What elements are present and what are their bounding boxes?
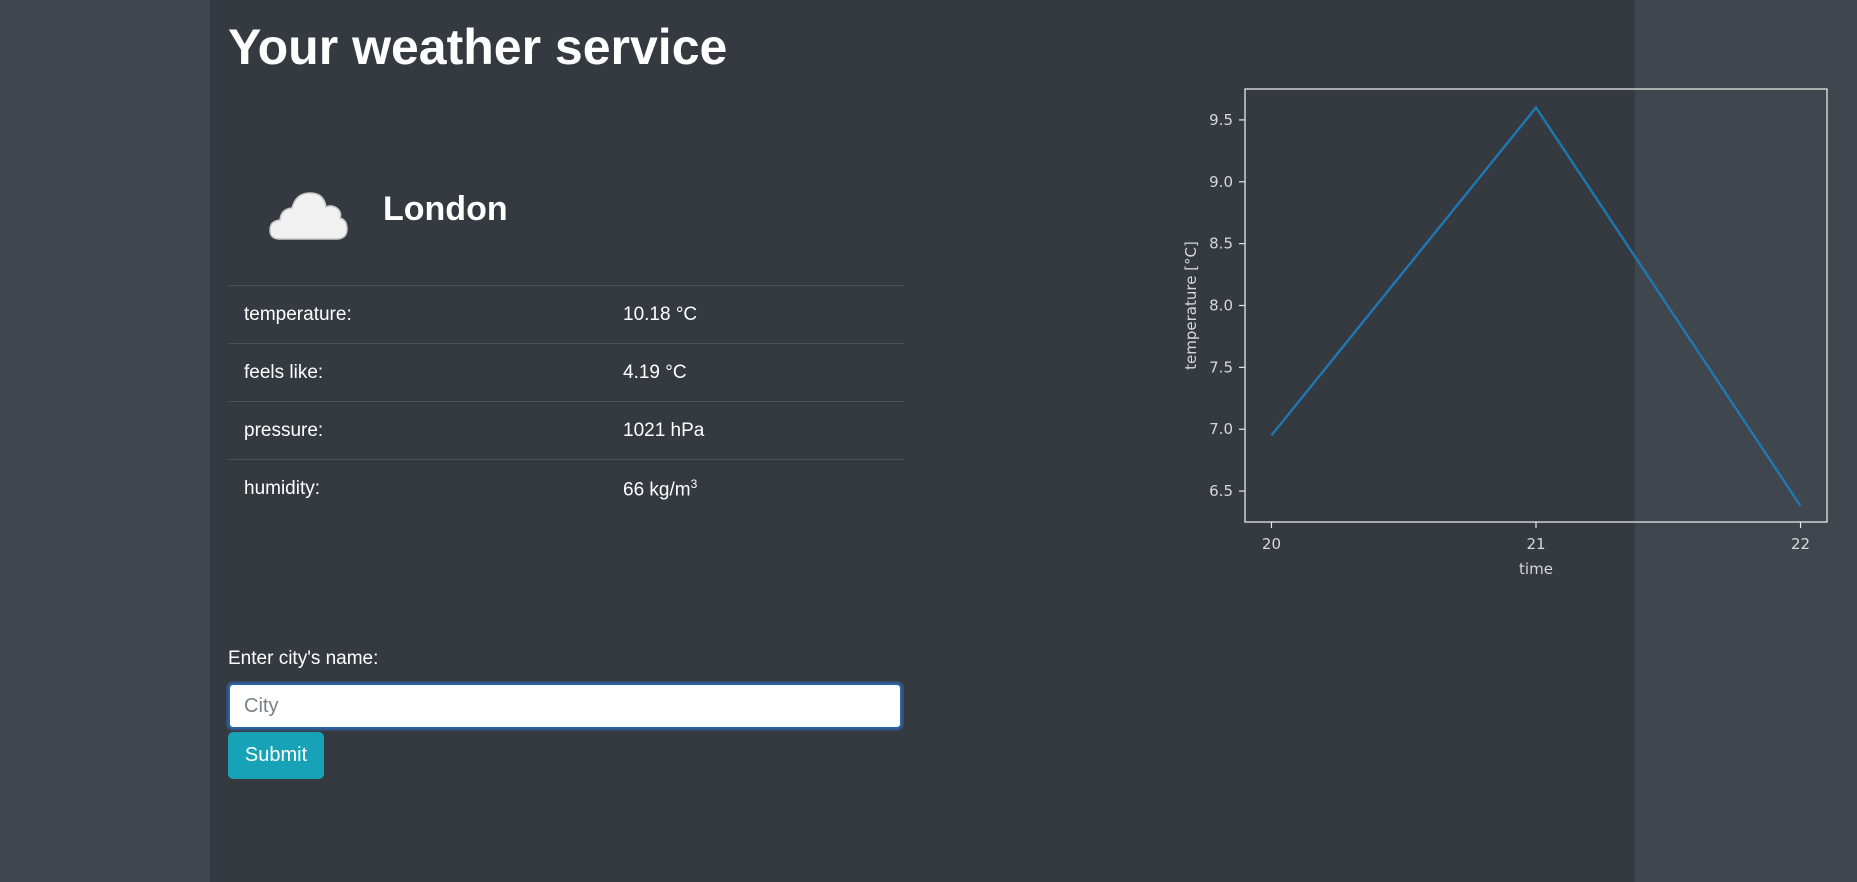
temperature-chart: 6.5 7.0 7.5 8.0 8.5 9.0 9.5 20 21 22 time temperatu… [1182,88,1828,578]
x-tick-label: 22 [1791,535,1810,553]
table-row: temperature: 10.18 °C [228,285,904,344]
reading-value: 10.18 °C [623,303,698,325]
reading-value: 4.19 °C [623,361,687,383]
y-tick-label: 9.5 [1209,111,1233,129]
temperature-series-line [1270,105,1802,507]
city-name: London [383,190,508,228]
y-tick-label: 9.0 [1209,173,1233,191]
city-input-label: Enter city's name: [228,648,379,669]
y-tick-label: 7.0 [1209,420,1233,438]
page-container: Your weather service London temperature:… [210,0,1828,882]
reading-value: 66 kg/m3 [607,460,904,518]
y-tick-label: 6.5 [1209,482,1233,500]
weather-readings-table: temperature: 10.18 °C feels like: 4.19 °… [228,285,904,518]
cloud-icon [269,192,348,240]
y-tick-label: 8.5 [1209,235,1233,253]
humidity-value-text: 66 kg/m [623,478,691,500]
page-title: Your weather service [228,19,728,75]
current-weather-header: London [228,170,903,285]
reading-label: temperature: [244,303,352,325]
table-row: humidity: 66 kg/m3 [228,459,904,518]
reading-label: pressure: [244,419,324,441]
plot-frame [1244,88,1828,523]
city-search-input[interactable] [228,683,902,729]
table-row: feels like: 4.19 °C [228,343,904,402]
reading-value: 1021 hPa [623,419,705,441]
reading-label: humidity: [244,477,321,499]
x-tick-label: 21 [1526,535,1545,553]
reading-label: feels like: [244,361,324,383]
y-tick-label: 7.5 [1209,358,1233,376]
table-row: pressure: 1021 hPa [228,401,904,460]
humidity-unit-superscript: 3 [690,476,698,491]
x-axis-label: time [1519,560,1553,578]
submit-button[interactable]: Submit [228,732,324,779]
y-tick-label: 8.0 [1209,297,1233,315]
x-tick-label: 20 [1262,535,1281,553]
y-axis-label: temperature [°C] [1182,241,1200,370]
